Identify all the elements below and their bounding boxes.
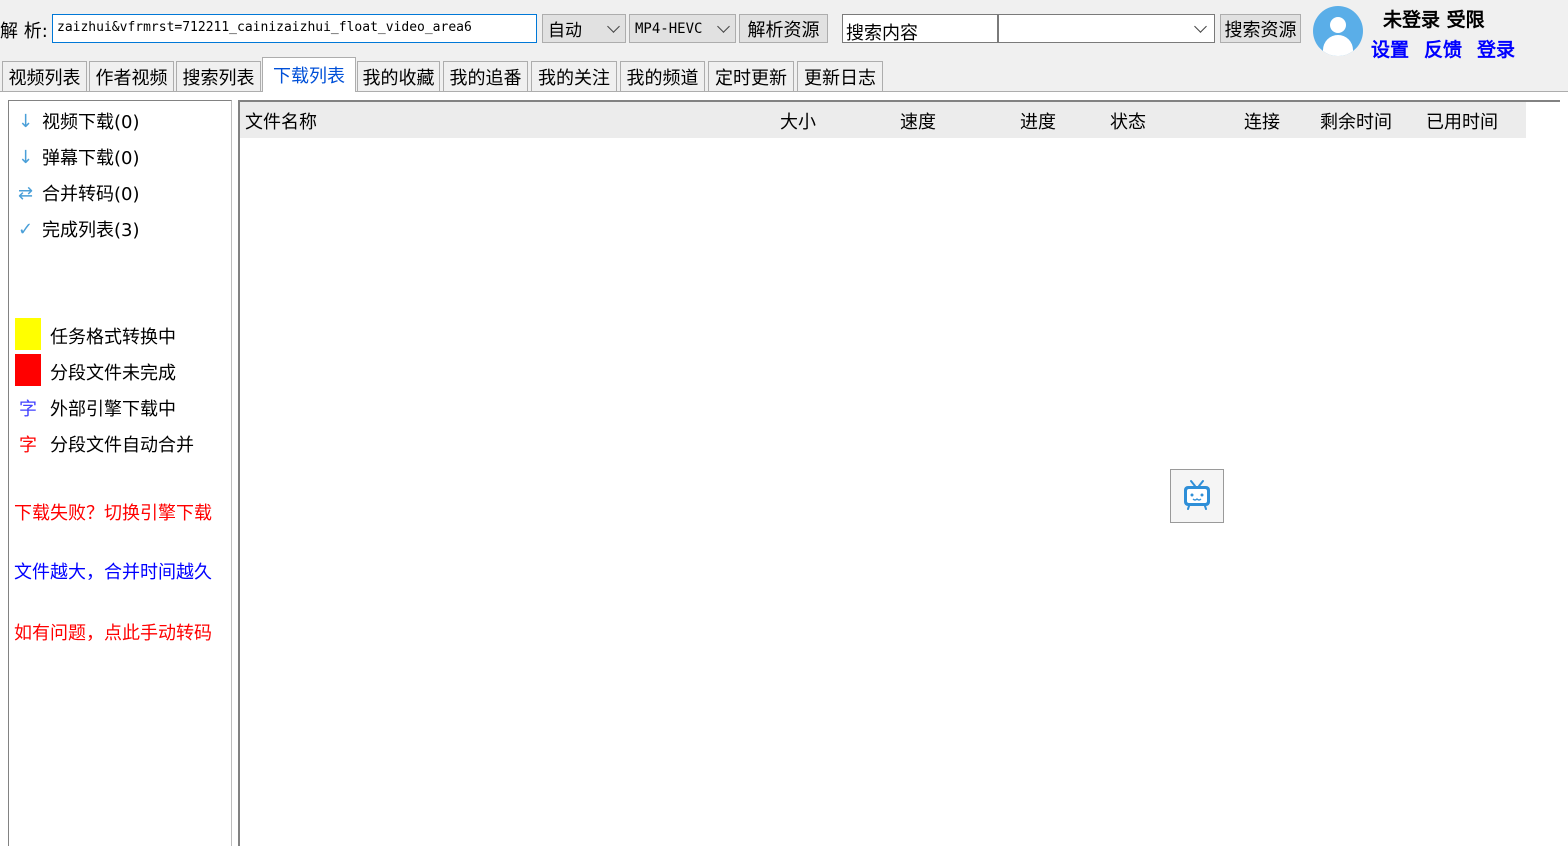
user-avatar-icon[interactable] (1313, 6, 1363, 56)
column-header-remaining-time[interactable]: 剩余时间 (1320, 108, 1392, 134)
legend-label: 分段文件自动合并 (50, 435, 194, 456)
bilibili-tv-icon[interactable] (1170, 469, 1224, 523)
tab-divider (0, 91, 1568, 92)
legend-char-red: 字 (19, 435, 37, 456)
avatar-head (1330, 17, 1346, 33)
column-header-status[interactable]: 状态 (1110, 108, 1146, 134)
column-header-speed[interactable]: 速度 (900, 108, 936, 134)
column-header-connections[interactable]: 连接 (1244, 108, 1280, 134)
parse-button[interactable]: 解析资源 (739, 14, 828, 43)
tab-my-channel[interactable]: 我的频道 (620, 61, 705, 91)
sidebar-item-label: 视频下载(0) (42, 112, 140, 133)
legend-label: 分段文件未完成 (50, 363, 176, 384)
login-link[interactable]: 登录 (1477, 35, 1515, 62)
legend-label: 外部引擎下载中 (50, 399, 176, 420)
checkmark-icon: ✓ (18, 218, 34, 240)
arrow-down-icon: ↓ (18, 110, 34, 132)
tab-changelog[interactable]: 更新日志 (797, 61, 883, 91)
hint-merge-time: 文件越大，合并时间越久 (14, 562, 212, 583)
url-input[interactable]: zaizhui&vfrmrst=712211_cainizaizhui_floa… (52, 14, 537, 43)
search-button[interactable]: 搜索资源 (1220, 14, 1301, 43)
sidebar-item-completed[interactable]: ✓ 完成列表(3) (18, 216, 140, 242)
tab-my-bangumi[interactable]: 我的追番 (443, 61, 528, 91)
format-select[interactable]: MP4-HEVC (629, 14, 736, 43)
search-type-select[interactable] (998, 14, 1215, 43)
tab-scheduled-update[interactable]: 定时更新 (708, 61, 794, 91)
parse-label: 解 析: (0, 21, 48, 42)
user-status: 未登录 受限 (1383, 9, 1485, 31)
legend-char-blue: 字 (19, 399, 37, 420)
quality-select[interactable]: 自动 (542, 14, 626, 43)
column-header-elapsed-time[interactable]: 已用时间 (1426, 108, 1498, 134)
settings-link[interactable]: 设置 (1371, 35, 1409, 62)
arrow-down-icon: ↓ (18, 146, 34, 168)
tab-my-following[interactable]: 我的关注 (531, 61, 617, 91)
legend-swatch-yellow (15, 318, 41, 350)
sidebar-item-label: 弹幕下载(0) (42, 148, 140, 169)
avatar-body (1323, 35, 1353, 56)
tab-my-favorites[interactable]: 我的收藏 (357, 61, 440, 91)
sidebar-item-merge-transcode[interactable]: ⇄ 合并转码(0) (18, 180, 140, 206)
chevron-down-icon (717, 19, 730, 33)
column-header-size[interactable]: 大小 (780, 108, 816, 134)
sidebar-item-label: 完成列表(3) (42, 220, 140, 241)
format-select-value: MP4-HEVC (635, 20, 703, 37)
quality-select-value: 自动 (548, 21, 582, 41)
legend-label: 任务格式转换中 (50, 327, 176, 348)
hint-manual-transcode[interactable]: 如有问题，点此手动转码 (14, 619, 212, 645)
sidebar-panel (8, 100, 232, 846)
tab-download-list[interactable]: 下载列表 (262, 57, 356, 92)
legend-swatch-red (15, 354, 41, 386)
chevron-down-icon (1194, 20, 1207, 33)
search-input[interactable]: 搜索内容 (842, 14, 998, 44)
chevron-down-icon (607, 19, 620, 33)
tab-author-video[interactable]: 作者视频 (89, 61, 174, 91)
sidebar-item-label: 合并转码(0) (42, 184, 140, 205)
tab-video-list[interactable]: 视频列表 (2, 61, 87, 91)
hint-switch-engine[interactable]: 下载失败？切换引擎下载 (14, 499, 212, 525)
download-table (238, 100, 1560, 846)
sidebar-item-video-download[interactable]: ↓ 视频下载(0) (18, 108, 140, 134)
column-header-filename[interactable]: 文件名称 (245, 108, 317, 134)
column-header-progress[interactable]: 进度 (1020, 108, 1056, 134)
sidebar-item-danmaku-download[interactable]: ↓ 弹幕下载(0) (18, 144, 140, 170)
feedback-link[interactable]: 反馈 (1424, 35, 1462, 62)
swap-arrows-icon: ⇄ (18, 182, 34, 204)
tab-search-list[interactable]: 搜索列表 (176, 61, 261, 91)
tv-icon-graphic (1184, 480, 1210, 510)
